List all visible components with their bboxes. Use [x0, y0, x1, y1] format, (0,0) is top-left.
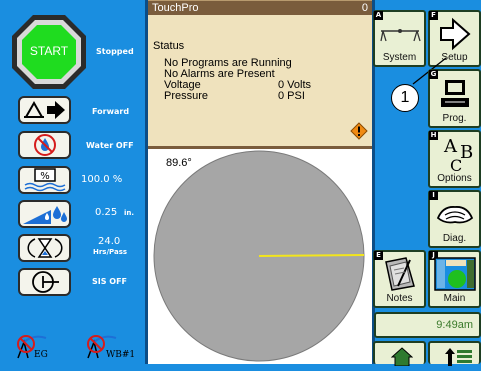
- end-gun-indicator[interactable]: EG: [12, 328, 52, 362]
- status-line-alarms: No Alarms are Present: [164, 68, 275, 80]
- pressure-value: 0 PSI: [278, 90, 305, 102]
- status-line-programs: No Programs are Running: [164, 57, 292, 69]
- application-depth-button[interactable]: [18, 200, 71, 228]
- scroll-up-button[interactable]: [428, 341, 481, 366]
- diag-label: Diag.: [442, 233, 467, 244]
- notes-label: Notes: [386, 293, 413, 304]
- water-off-icon: [33, 134, 56, 156]
- callout-marker: 1: [391, 84, 419, 112]
- voltage-label: Voltage: [164, 79, 201, 91]
- notes-button[interactable]: E Notes: [373, 250, 426, 308]
- start-button[interactable]: START: [11, 14, 87, 90]
- hours-per-pass-unit: Hrs/Pass: [93, 248, 128, 256]
- setup-icon: [430, 16, 479, 51]
- home-button[interactable]: [373, 341, 426, 367]
- clock-time: 9:49am: [436, 319, 473, 331]
- percent-timer-value: 100.0 %: [81, 174, 123, 185]
- warning-icon[interactable]: [350, 122, 368, 140]
- pivot-circle-map: [153, 150, 365, 362]
- water-status: Water OFF: [86, 141, 134, 150]
- pressure-label: Pressure: [164, 90, 209, 102]
- direction-button[interactable]: [18, 96, 71, 124]
- application-depth-value: 0.25: [95, 207, 118, 218]
- application-depth-unit: in.: [124, 209, 135, 217]
- svg-text:%: %: [40, 171, 50, 182]
- pivot-arm-line: [258, 254, 365, 257]
- diag-button[interactable]: I Diag.: [428, 190, 481, 248]
- sis-status: SIS OFF: [92, 277, 128, 286]
- voltage-value: 0 Volts: [278, 79, 312, 91]
- options-label: Options: [437, 173, 472, 184]
- sis-gauge-icon: [31, 271, 59, 293]
- computer-icon: [430, 75, 479, 112]
- percent-water-icon: %: [24, 168, 65, 192]
- wb-label: WB#1: [106, 350, 136, 360]
- status-heading: Status: [153, 40, 185, 52]
- up-list-icon: [444, 346, 474, 371]
- left-panel: START Stopped Forward Water OFF % 100.0 …: [0, 0, 148, 364]
- diagnostics-icon: [430, 196, 479, 232]
- clock-display: 9:49am: [374, 312, 481, 338]
- direction-status: Forward: [92, 107, 130, 116]
- pivot-map-panel[interactable]: 89.6°: [148, 149, 372, 364]
- water-button[interactable]: [18, 131, 71, 159]
- options-glyph-a: A: [444, 136, 457, 157]
- wb-indicator[interactable]: WB#1: [84, 328, 136, 362]
- main-label: Main: [443, 293, 466, 304]
- start-label: START: [29, 44, 69, 58]
- pivot-status: Stopped: [96, 47, 134, 56]
- system-icon: [375, 16, 424, 51]
- title-number: 0: [361, 2, 368, 14]
- main-button[interactable]: J Main: [428, 250, 481, 308]
- forward-arrow-icon: [23, 100, 65, 119]
- app-title: TouchPro: [152, 2, 199, 14]
- title-bar: TouchPro 0: [148, 0, 372, 15]
- depth-drops-icon: [22, 206, 67, 224]
- options-letter: H: [429, 131, 438, 140]
- notes-icon: [375, 256, 424, 292]
- percent-timer-button[interactable]: %: [18, 166, 71, 194]
- main-screen-icon: [430, 256, 479, 292]
- hours-per-pass-button[interactable]: [18, 234, 71, 262]
- sis-button[interactable]: [18, 268, 71, 296]
- options-button[interactable]: H A B C Options: [428, 130, 481, 188]
- hours-per-pass-value: 24.0: [98, 236, 121, 247]
- status-panel: Status No Programs are Running No Alarms…: [148, 15, 372, 146]
- prog-label: Prog.: [442, 113, 467, 124]
- end-gun-label: EG: [34, 350, 48, 360]
- home-icon: [390, 346, 414, 371]
- callout-number: 1: [400, 89, 410, 106]
- hourglass-icon: [26, 238, 63, 258]
- prog-button[interactable]: G Prog.: [428, 69, 481, 128]
